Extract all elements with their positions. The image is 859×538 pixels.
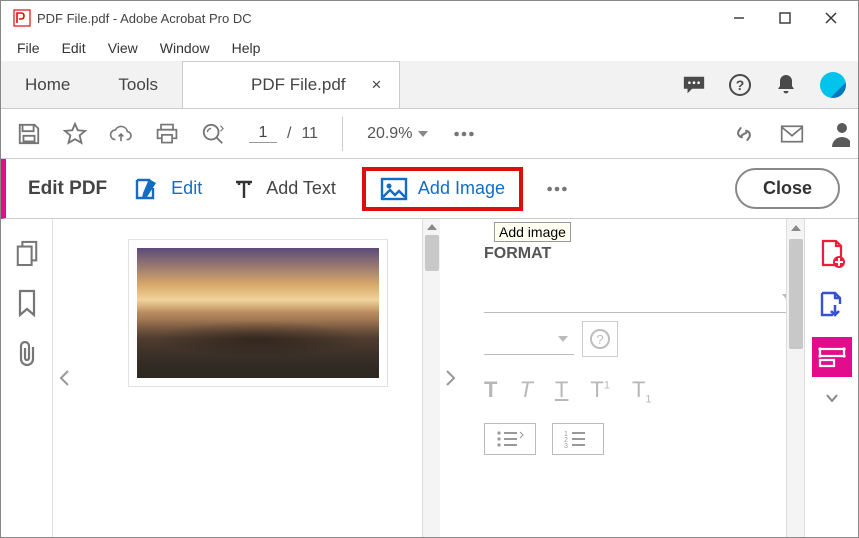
person-icon[interactable] bbox=[828, 122, 852, 146]
menu-view[interactable]: View bbox=[98, 37, 148, 59]
scrollbar-handle[interactable] bbox=[425, 235, 439, 271]
image-icon bbox=[380, 177, 408, 201]
add-image-label: Add Image bbox=[418, 178, 505, 199]
panel-scroll-handle[interactable] bbox=[789, 239, 803, 349]
tooltip: Add image bbox=[494, 222, 571, 242]
bullet-list-button[interactable] bbox=[484, 423, 536, 455]
font-selector[interactable] bbox=[484, 281, 798, 313]
tab-bar: Home Tools PDF File.pdf × ? bbox=[1, 61, 858, 109]
cloud-upload-icon[interactable] bbox=[109, 122, 133, 146]
link-icon[interactable] bbox=[732, 122, 756, 146]
next-page-button[interactable] bbox=[440, 370, 462, 386]
print-icon[interactable] bbox=[155, 122, 179, 146]
add-text-button[interactable]: Add Text bbox=[228, 173, 340, 205]
pages-panel-icon[interactable] bbox=[15, 241, 39, 265]
more-tools-caret[interactable] bbox=[812, 389, 852, 407]
close-window-button[interactable] bbox=[808, 3, 854, 33]
tab-document-label: PDF File.pdf bbox=[251, 75, 345, 95]
menu-file[interactable]: File bbox=[7, 37, 50, 59]
menu-help[interactable]: Help bbox=[222, 37, 271, 59]
number-list-button[interactable]: 123 bbox=[552, 423, 604, 455]
edit-pdf-bar: Edit PDF Edit Add Text Add Image Close bbox=[1, 159, 858, 219]
help-box-button[interactable]: ? bbox=[582, 321, 618, 357]
comment-icon[interactable] bbox=[682, 73, 706, 97]
panel-scrollbar[interactable] bbox=[786, 219, 804, 537]
tab-document[interactable]: PDF File.pdf × bbox=[182, 61, 400, 108]
format-panel: Add image FORMAT ? T T T T1 T1 123 bbox=[462, 219, 804, 537]
export-pdf-tool[interactable] bbox=[812, 285, 852, 325]
edit-icon bbox=[133, 176, 161, 202]
mail-icon[interactable] bbox=[780, 122, 804, 146]
help-icon[interactable]: ? bbox=[728, 73, 752, 97]
svg-text:3: 3 bbox=[564, 443, 568, 449]
edit-button[interactable]: Edit bbox=[129, 172, 206, 206]
window-title: PDF File.pdf - Adobe Acrobat Pro DC bbox=[37, 11, 716, 26]
more-icon[interactable] bbox=[452, 122, 476, 146]
text-format-row: T T T T1 T1 bbox=[484, 365, 798, 417]
size-selector[interactable] bbox=[484, 323, 574, 355]
save-icon[interactable] bbox=[17, 122, 41, 146]
page-total: 11 bbox=[301, 125, 318, 143]
page-indicator: / 11 bbox=[249, 124, 318, 143]
format-heading: FORMAT bbox=[484, 245, 798, 263]
page-sep: / bbox=[287, 125, 291, 143]
underline-button[interactable]: T bbox=[555, 377, 568, 405]
tab-home[interactable]: Home bbox=[1, 61, 94, 108]
bold-button[interactable]: T bbox=[484, 377, 497, 405]
app-icon bbox=[13, 9, 31, 27]
bell-icon[interactable] bbox=[774, 73, 798, 97]
menu-window[interactable]: Window bbox=[150, 37, 220, 59]
edit-label: Edit bbox=[171, 178, 202, 199]
text-icon bbox=[232, 177, 256, 201]
close-tab-icon[interactable]: × bbox=[368, 75, 386, 95]
svg-text:?: ? bbox=[596, 332, 603, 347]
avatar[interactable] bbox=[820, 72, 846, 98]
zoom-value: 20.9% bbox=[367, 125, 412, 143]
title-bar: PDF File.pdf - Adobe Acrobat Pro DC bbox=[1, 1, 858, 35]
right-tool-rail bbox=[804, 219, 858, 537]
main-area: Add image FORMAT ? T T T T1 T1 123 bbox=[1, 219, 858, 537]
bookmark-panel-icon[interactable] bbox=[15, 291, 39, 315]
left-sidebar bbox=[1, 219, 53, 537]
subscript-button[interactable]: T1 bbox=[632, 377, 652, 405]
editbar-more-icon[interactable] bbox=[545, 177, 569, 201]
italic-button[interactable]: T bbox=[519, 377, 532, 405]
star-icon[interactable] bbox=[63, 122, 87, 146]
close-editbar-button[interactable]: Close bbox=[735, 168, 840, 209]
svg-text:?: ? bbox=[736, 77, 745, 93]
page-thumbnail[interactable] bbox=[128, 239, 388, 387]
minimize-button[interactable] bbox=[716, 3, 762, 33]
divider bbox=[342, 117, 343, 151]
maximize-button[interactable] bbox=[762, 3, 808, 33]
menu-bar: File Edit View Window Help bbox=[1, 35, 858, 61]
photo-content bbox=[137, 248, 379, 378]
attachments-panel-icon[interactable] bbox=[15, 341, 39, 365]
add-image-button[interactable]: Add Image bbox=[362, 167, 523, 211]
doc-scrollbar[interactable] bbox=[422, 219, 440, 537]
page-input[interactable] bbox=[249, 124, 277, 143]
add-text-label: Add Text bbox=[266, 178, 336, 199]
edit-pdf-tool[interactable] bbox=[812, 337, 852, 377]
superscript-button[interactable]: T1 bbox=[590, 377, 610, 405]
create-pdf-tool[interactable] bbox=[812, 233, 852, 273]
zoom-dropdown[interactable]: 20.9% bbox=[367, 125, 428, 143]
tab-tools[interactable]: Tools bbox=[94, 61, 182, 108]
search-icon[interactable] bbox=[201, 122, 225, 146]
editbar-title: Edit PDF bbox=[28, 178, 107, 200]
document-area bbox=[75, 219, 440, 537]
toolbar: / 11 20.9% bbox=[1, 109, 858, 159]
prev-page-button[interactable] bbox=[53, 370, 75, 386]
menu-edit[interactable]: Edit bbox=[52, 37, 96, 59]
